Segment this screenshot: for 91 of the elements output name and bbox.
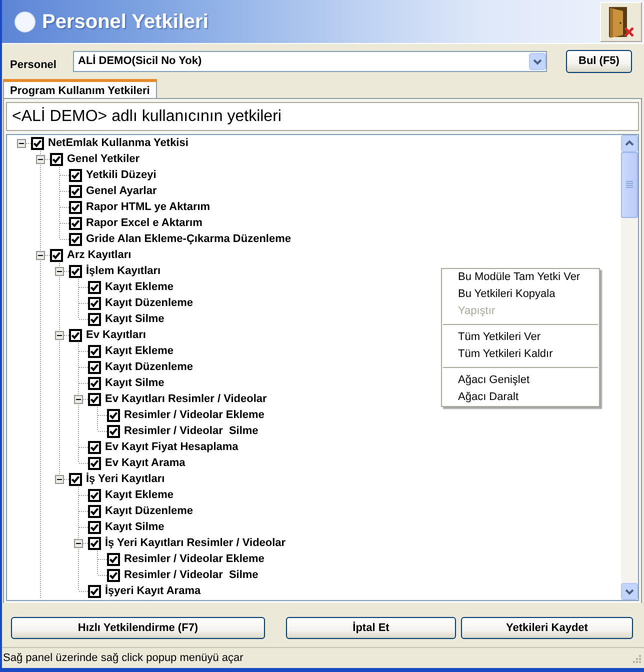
minus-box-icon[interactable] [55,474,64,484]
tab[interactable]: Program Kullanım Yetkileri [3,79,157,99]
personel-dropdown[interactable]: ALİ DEMO(Sicil No Yok) [73,50,547,72]
panel-heading: <ALİ DEMO> adlı kullanıcının yetkileri [6,102,639,131]
circle-icon [14,10,36,32]
checkbox[interactable] [88,280,101,294]
menu-item[interactable]: Tüm Yetkileri Kaldır [442,346,599,363]
action-button[interactable]: Hızlı Yetkilendirme (F7) [11,617,265,639]
tree-item-label[interactable]: Ev Kayıt Fiyat Hesaplama [105,441,238,453]
checkbox[interactable] [50,248,63,262]
checkbox[interactable] [88,440,101,454]
action-button[interactable]: Yetkileri Kaydet [461,617,633,639]
checkbox[interactable] [88,392,101,406]
checkbox[interactable] [107,552,120,566]
tree-item-label[interactable]: Genel Yetkiler [67,153,140,165]
tree-item-label[interactable]: Resimler / Videolar Silme [124,425,258,437]
checkbox[interactable] [88,584,101,598]
minus-box-icon[interactable] [74,538,83,548]
minus-box-icon[interactable] [55,330,64,340]
menu-item[interactable]: Bu Yetkileri Kopyala [442,286,599,303]
menu-item[interactable]: Bu Modüle Tam Yetki Ver [442,269,599,286]
tree-item-label[interactable]: Kayıt Silme [105,521,164,533]
tree-item-label[interactable]: Rapor Excel e Aktarım [86,217,202,229]
checkbox[interactable] [69,200,82,214]
tree-item-label[interactable]: Ev Kayıt Arama [105,457,186,469]
checkbox[interactable] [88,520,101,534]
tree-item-label[interactable]: İş Yeri Kayıtları [86,473,165,485]
checkbox[interactable] [69,264,82,278]
tree-item-label[interactable]: Kayıt Ekleme [105,281,174,293]
checkbox[interactable] [88,296,101,310]
minus-box-icon[interactable] [55,266,64,276]
resize-grip-icon[interactable] [630,652,642,664]
tree-item-label[interactable]: Ev Kayıtları Resimler / Videolar [105,393,267,405]
scroll-down-button[interactable] [621,583,638,600]
tree-item-label[interactable]: Arz Kayıtları [67,249,132,261]
tree-item-label[interactable]: Kayıt Düzenleme [105,361,194,373]
tree-item-label[interactable]: NetEmlak Kullanma Yetkisi [48,137,188,149]
tree-item-label[interactable]: İş Yeri Kayıtları Resimler / Videolar [105,537,286,549]
checkbox[interactable] [107,424,120,438]
tree-item-label[interactable]: Gride Alan Ekleme-Çıkarma Düzenleme [86,233,292,245]
tree-item-label[interactable]: Resimler / Videolar Ekleme [124,409,264,421]
tree-item-label[interactable]: Yetkili Düzeyi [86,169,156,181]
exit-button[interactable] [600,2,642,42]
checkbox[interactable] [69,168,82,182]
checkbox[interactable] [88,488,101,502]
find-button[interactable]: Bul (F5) [566,50,632,72]
menu-item[interactable]: Tüm Yetkileri Ver [442,329,599,346]
scrollbar-track[interactable] [621,135,638,600]
checkbox[interactable] [88,376,101,390]
scrollbar-thumb[interactable] [621,152,638,218]
checkbox[interactable] [88,536,101,550]
tree-item-label[interactable]: Kayıt Silme [105,377,164,389]
action-button[interactable]: İptal Et [286,617,456,639]
tree-item-label[interactable]: Rapor HTML ye Aktarım [86,201,210,213]
minus-box-icon[interactable] [17,138,26,148]
field-label: Personel [10,59,58,71]
door-with-x-icon [606,5,636,39]
checkbox[interactable] [88,456,101,470]
window-title: Personel Yetkileri [42,10,208,34]
tree-item-label[interactable]: İşlem Kayıtları [86,265,161,277]
tree-item-label[interactable]: Kayıt Silme [105,313,164,325]
menu-item[interactable]: Ağacı Genişlet [442,372,599,389]
tree-item-label[interactable]: Resimler / Videolar Ekleme [124,553,264,565]
tree-item-label[interactable]: Kayıt Ekleme [105,345,174,357]
chevron-down-icon[interactable] [529,52,546,70]
tree-item-label[interactable]: Kayıt Ekleme [105,489,174,501]
tree-item-label[interactable]: Resimler / Videolar Silme [124,569,258,581]
tree-item-label[interactable]: İşyeri Kayıt Arama [105,585,201,597]
tree-item-label[interactable]: Kayıt Düzenleme [105,297,194,309]
checkbox[interactable] [107,568,120,582]
checkbox[interactable] [31,136,44,150]
status-text: Sağ panel üzerinde sağ click popup menüyü açar [3,652,244,664]
checkbox[interactable] [88,504,101,518]
checkbox[interactable] [69,216,82,230]
scroll-up-button[interactable] [621,135,638,152]
menu-item[interactable]: Ağacı Daralt [442,389,599,406]
tree-item-label[interactable]: Kayıt Düzenleme [105,505,194,517]
checkbox[interactable] [88,360,101,374]
tree-item-label[interactable]: Ev Kayıtları [86,329,146,341]
checkbox[interactable] [69,184,82,198]
tree-item-label[interactable]: Genel Ayarlar [86,185,157,197]
minus-box-icon[interactable] [36,154,45,164]
checkbox[interactable] [50,152,63,166]
checkbox[interactable] [69,232,82,246]
minus-box-icon[interactable] [36,250,45,260]
checkbox[interactable] [69,472,82,486]
checkbox[interactable] [69,328,82,342]
checkbox[interactable] [88,312,101,326]
checkbox[interactable] [107,408,120,422]
minus-box-icon[interactable] [74,394,83,404]
checkbox[interactable] [88,344,101,358]
